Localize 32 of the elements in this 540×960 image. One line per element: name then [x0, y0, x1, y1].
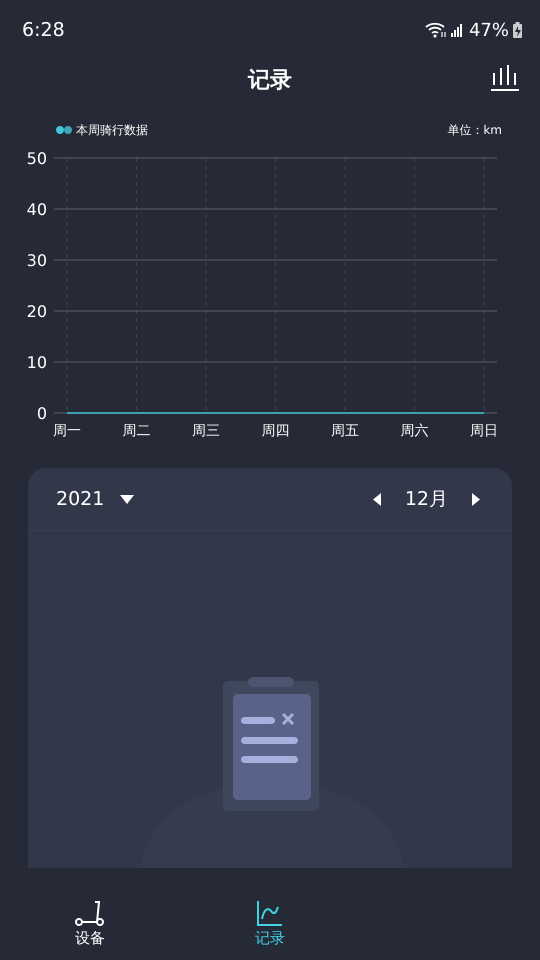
caret-right-icon [472, 492, 480, 506]
y-tick-label: 40 [26, 200, 47, 219]
battery-percent: 47% [468, 20, 509, 40]
scooter-icon [75, 899, 105, 927]
year-label: 2021 [56, 488, 104, 510]
signal-icon [450, 23, 465, 37]
x-tick-label: 周一 [53, 423, 81, 439]
y-tick-label: 50 [26, 149, 47, 168]
x-tick-label: 周日 [470, 423, 498, 439]
caret-left-icon [372, 492, 381, 506]
x-tick-label: 周三 [192, 423, 220, 439]
y-tick-label: 10 [26, 353, 47, 372]
bar-chart-icon[interactable] [491, 63, 519, 91]
line-chart-icon [255, 899, 285, 927]
x-tick-label: 周六 [400, 423, 428, 439]
page-title: 记录 [248, 67, 292, 95]
x-tick-label: 周四 [262, 423, 290, 439]
caret-down-icon [120, 494, 134, 504]
wifi-icon [424, 22, 447, 38]
nav-tab[interactable]: 记录 [180, 887, 360, 960]
nav-tab[interactable]: 设备 [0, 887, 180, 960]
x-tick-label: 周二 [122, 423, 150, 439]
y-tick-label: 0 [36, 404, 47, 423]
battery-charging-icon [513, 22, 522, 38]
unit-label: 单位：km [447, 122, 502, 138]
status-time: 6:28 [22, 19, 65, 41]
legend-icon [56, 126, 72, 134]
x-tick-label: 周五 [331, 423, 359, 439]
month-label: 12月 [404, 487, 448, 512]
legend-label: 本周骑行数据 [76, 122, 148, 138]
y-tick-label: 20 [26, 302, 47, 321]
y-tick-label: 30 [26, 251, 47, 270]
